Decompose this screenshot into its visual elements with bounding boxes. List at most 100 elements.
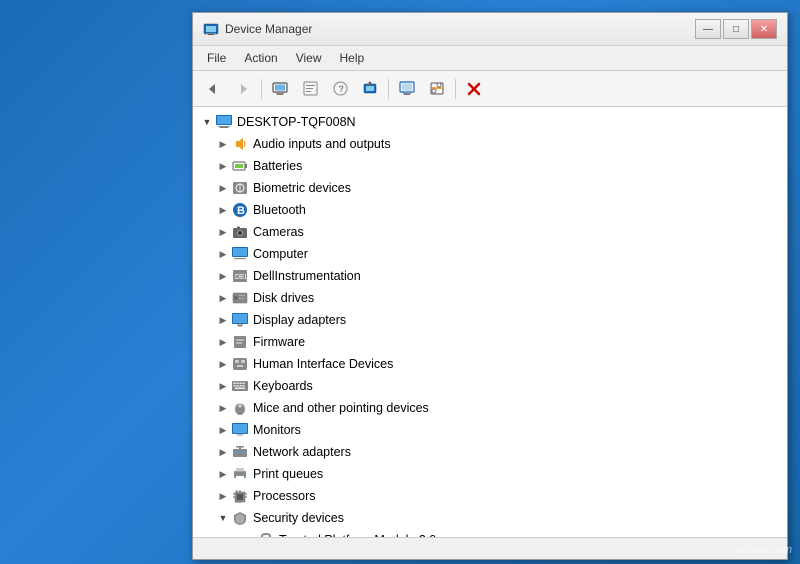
dell-icon: DELL: [231, 267, 249, 285]
hid-icon: [231, 355, 249, 373]
expand-arrow-mice[interactable]: ▶: [215, 400, 231, 416]
tree-item-network[interactable]: ▶Network adapters: [193, 441, 787, 463]
expand-arrow-monitors[interactable]: ▶: [215, 422, 231, 438]
svg-text:DELL: DELL: [235, 274, 248, 281]
tree-item-tpm[interactable]: Trusted Platform Module 2.0: [193, 529, 787, 537]
tree-item-dell[interactable]: ▶DELLDellInstrumentation: [193, 265, 787, 287]
keyboards-icon: [231, 377, 249, 395]
firmware-label: Firmware: [253, 335, 305, 349]
minimize-button[interactable]: —: [695, 19, 721, 39]
expand-arrow-security[interactable]: ▼: [215, 510, 231, 526]
window-icon: [203, 21, 219, 37]
expand-arrow-batteries[interactable]: ▶: [215, 158, 231, 174]
disk-label: Disk drives: [253, 291, 314, 305]
root-label: DESKTOP-TQF008N: [237, 115, 356, 129]
batteries-label: Batteries: [253, 159, 302, 173]
display-label: Display adapters: [253, 313, 346, 327]
tree-view[interactable]: ▼ DESKTOP-TQF008N ▶Audio inputs and outp…: [193, 107, 787, 537]
biometric-icon: [231, 179, 249, 197]
processors-label: Processors: [253, 489, 316, 503]
tree-item-mice[interactable]: ▶ Mice and other pointing devices: [193, 397, 787, 419]
audio-icon: [231, 135, 249, 153]
forward-button[interactable]: [229, 76, 257, 102]
tree-item-processors[interactable]: ▶ Processors: [193, 485, 787, 507]
tree-item-display[interactable]: ▶ Display adapters: [193, 309, 787, 331]
help-button[interactable]: ?: [326, 76, 354, 102]
tree-item-print[interactable]: ▶ Print queues: [193, 463, 787, 485]
tree-item-firmware[interactable]: ▶ Firmware: [193, 331, 787, 353]
security-label: Security devices: [253, 511, 344, 525]
batteries-icon: [231, 157, 249, 175]
cameras-icon: [231, 223, 249, 241]
firmware-icon: [231, 333, 249, 351]
expand-arrow-bluetooth[interactable]: ▶: [215, 202, 231, 218]
expand-arrow-print[interactable]: ▶: [215, 466, 231, 482]
sep-3: [455, 79, 456, 99]
tree-items: ▶Audio inputs and outputs▶Batteries▶Biom…: [193, 133, 787, 537]
expand-arrow-display[interactable]: ▶: [215, 312, 231, 328]
disk-icon: [231, 289, 249, 307]
bluetooth-icon: B: [231, 201, 249, 219]
print-icon: [231, 465, 249, 483]
tree-item-security[interactable]: ▼ Security devices: [193, 507, 787, 529]
expand-arrow-dell[interactable]: ▶: [215, 268, 231, 284]
keyboards-label: Keyboards: [253, 379, 313, 393]
tree-item-cameras[interactable]: ▶ Cameras: [193, 221, 787, 243]
expand-root[interactable]: ▼: [199, 114, 215, 130]
svg-text:B: B: [237, 205, 245, 217]
cameras-label: Cameras: [253, 225, 304, 239]
expand-arrow-audio[interactable]: ▶: [215, 136, 231, 152]
status-bar: [193, 537, 787, 559]
security-icon: [231, 509, 249, 527]
menu-action[interactable]: Action: [236, 49, 285, 67]
expand-arrow-processors[interactable]: ▶: [215, 488, 231, 504]
back-button[interactable]: [199, 76, 227, 102]
expand-arrow-cameras[interactable]: ▶: [215, 224, 231, 240]
tree-item-audio[interactable]: ▶Audio inputs and outputs: [193, 133, 787, 155]
hid-label: Human Interface Devices: [253, 357, 393, 371]
mice-label: Mice and other pointing devices: [253, 401, 429, 415]
root-icon: [215, 113, 233, 131]
tree-item-keyboards[interactable]: ▶ Keyboards: [193, 375, 787, 397]
tree-root[interactable]: ▼ DESKTOP-TQF008N: [193, 111, 787, 133]
network-icon: [231, 443, 249, 461]
tree-item-computer[interactable]: ▶Computer: [193, 243, 787, 265]
window-controls: — □ ✕: [695, 19, 777, 39]
sep-2: [388, 79, 389, 99]
sep-1: [261, 79, 262, 99]
display-icon: [231, 311, 249, 329]
expand-arrow-network[interactable]: ▶: [215, 444, 231, 460]
bluetooth-label: Bluetooth: [253, 203, 306, 217]
monitors-label: Monitors: [253, 423, 301, 437]
scan-button[interactable]: [423, 76, 451, 102]
expand-arrow-biometric[interactable]: ▶: [215, 180, 231, 196]
tree-item-monitors[interactable]: ▶ Monitors: [193, 419, 787, 441]
expand-arrow-disk[interactable]: ▶: [215, 290, 231, 306]
maximize-button[interactable]: □: [723, 19, 749, 39]
expand-arrow-hid[interactable]: ▶: [215, 356, 231, 372]
menu-view[interactable]: View: [288, 49, 330, 67]
menu-help[interactable]: Help: [332, 49, 373, 67]
menu-file[interactable]: File: [199, 49, 234, 67]
expand-arrow-keyboards[interactable]: ▶: [215, 378, 231, 394]
tree-item-biometric[interactable]: ▶Biometric devices: [193, 177, 787, 199]
mice-icon: [231, 399, 249, 417]
processors-icon: [231, 487, 249, 505]
menu-bar: File Action View Help: [193, 46, 787, 71]
update-button[interactable]: [356, 76, 384, 102]
tree-item-batteries[interactable]: ▶ Batteries: [193, 155, 787, 177]
tree-item-bluetooth[interactable]: ▶ B Bluetooth: [193, 199, 787, 221]
expand-arrow-firmware[interactable]: ▶: [215, 334, 231, 350]
tree-item-disk[interactable]: ▶ Disk drives: [193, 287, 787, 309]
remove-button[interactable]: [460, 76, 488, 102]
monitor-button[interactable]: [393, 76, 421, 102]
print-label: Print queues: [253, 467, 323, 481]
computer-icon: [231, 245, 249, 263]
view-computer-button[interactable]: [266, 76, 294, 102]
svg-text:?: ?: [338, 84, 344, 94]
close-button[interactable]: ✕: [751, 19, 777, 39]
monitors-icon: [231, 421, 249, 439]
expand-arrow-computer[interactable]: ▶: [215, 246, 231, 262]
properties-button[interactable]: [296, 76, 324, 102]
tree-item-hid[interactable]: ▶ Human Interface Devices: [193, 353, 787, 375]
